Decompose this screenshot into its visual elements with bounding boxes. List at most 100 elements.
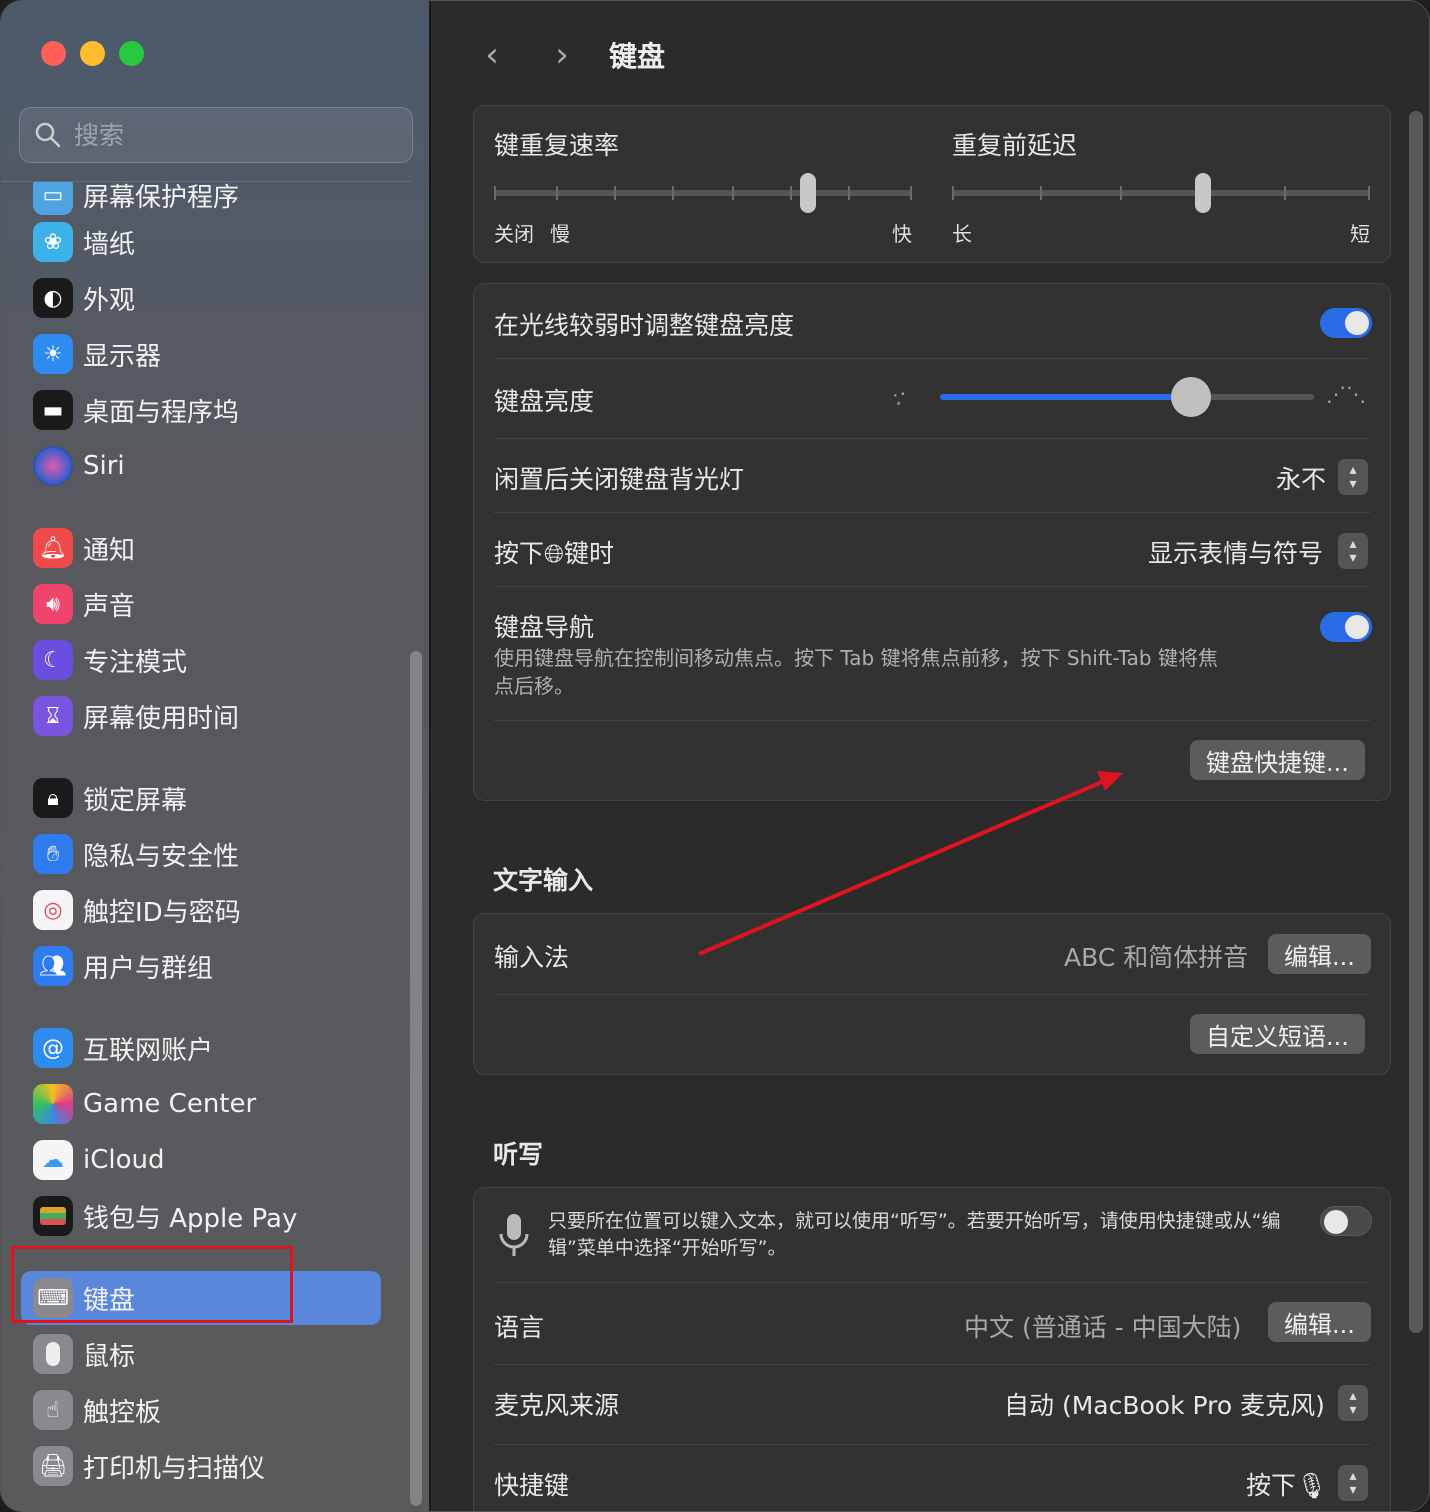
sidebar-item-siri[interactable]: Siri [21,439,381,493]
input-sources-label: 输入法 [494,943,570,972]
mic-key-icon: 🎙︎ [1296,1471,1328,1500]
sidebar-item-appearance[interactable]: ◐ 外观 [21,271,381,325]
sidebar-item-wallpaper[interactable]: ❀ 墙纸 [21,215,381,269]
sidebar-item-sound[interactable]: 🔊︎ 声音 [21,577,381,631]
input-sources-edit-button[interactable]: 编辑... [1268,934,1371,974]
dictation-card: 只要所在位置可以键入文本，就可以使用“听写”。若要开始听写，请使用快捷键或从“编… [473,1187,1391,1511]
dictation-heading: 听写 [493,1140,544,1169]
rate-slow-label: 慢 [550,222,570,246]
text-replacements-button[interactable]: 自定义短语... [1190,1014,1365,1054]
delay-until-repeat-label: 重复前延迟 [952,131,1078,160]
idle-popup-chevron-icon[interactable]: ▴ ▾ [1338,459,1368,495]
sidebar-item-lock-screen[interactable]: 🔒︎ 锁定屏幕 [21,771,381,825]
screensaver-icon: ▭ [33,182,73,215]
sidebar-item-label: 打印机与扫描仪 [83,1453,266,1484]
sidebar-item-internet-accounts[interactable]: @ 互联网账户 [21,1021,381,1075]
sidebar-item-desktop-dock[interactable]: ▬ 桌面与程序坞 [21,383,381,437]
back-button[interactable]: ‹ [477,35,507,75]
key-repeat-knob[interactable] [799,173,816,213]
globe-popup-chevron-icon[interactable]: ▴ ▾ [1338,533,1368,569]
sidebar-item-printers[interactable]: 🖨︎ 打印机与扫描仪 [21,1439,381,1493]
mouse-icon [33,1334,73,1374]
minimize-button[interactable] [80,41,105,66]
keyboard-shortcuts-button[interactable]: 键盘快捷键... [1190,740,1365,780]
window-controls [41,41,144,66]
brightness-knob[interactable] [1170,377,1211,417]
shortcut-popup-chevron-icon[interactable]: ▴ ▾ [1338,1465,1368,1501]
lock-icon: 🔒︎ [33,778,73,818]
dictation-desc: 只要所在位置可以键入文本，就可以使用“听写”。若要开始听写，请使用快捷键或从“编… [548,1210,1281,1259]
rate-off-label: 关闭 [494,222,534,246]
key-repeat-rate-label: 键重复速率 [494,131,620,160]
sidebar-item-notifications[interactable]: 🔔︎ 通知 [21,521,381,575]
annotation-highlight-box [11,1246,293,1323]
globe-icon: 🌐︎ [544,539,565,568]
sidebar-item-label: 通知 [83,535,136,566]
microphone-source-value[interactable]: 自动 (MacBook Pro 麦克风) [1004,1386,1325,1422]
sidebar-item-displays[interactable]: ☀ 显示器 [21,327,381,381]
search-field[interactable] [19,107,413,163]
sidebar-item-touch-id[interactable]: ◎ 触控ID与密码 [21,883,381,937]
microphone-source-label: 麦克风来源 [494,1391,620,1420]
microphone-icon [498,1212,530,1260]
keyboard-navigation-label: 键盘导航 [494,613,595,642]
close-button[interactable] [41,41,66,66]
sidebar-item-privacy[interactable]: ✋︎ 隐私与安全性 [21,827,381,881]
sidebar-item-label: 专注模式 [83,647,188,678]
hand-icon: ✋︎ [33,834,73,874]
wallet-icon [33,1196,73,1236]
sidebar-item-label: 锁定屏幕 [83,785,188,816]
text-input-card: 输入法 ABC 和简体拼音 编辑... 自定义短语... [473,913,1391,1075]
hourglass-icon: ⌛︎ [33,696,73,736]
sidebar-item-focus[interactable]: ☾ 专注模式 [21,633,381,687]
mic-popup-chevron-icon[interactable]: ▴ ▾ [1338,1385,1368,1421]
brightness-high-icon: ⋰⋱ [1326,382,1366,406]
dictation-language-edit-button[interactable]: 编辑... [1268,1302,1371,1342]
sidebar-item-trackpad[interactable]: ☝︎ 触控板 [21,1383,381,1437]
zoom-button[interactable] [119,41,144,66]
speaker-icon: 🔊︎ [33,584,73,624]
globe-key-label: 按下🌐︎键时 [494,539,615,568]
main-pane: ‹ › 键盘 键重复速率 重复前延迟 关闭 慢 快 长 短 在光线较弱时调整键盘… [433,1,1429,1511]
search-icon [35,122,61,148]
delay-knob[interactable] [1194,173,1211,213]
sidebar-item-label: 屏幕使用时间 [83,703,240,734]
nav-buttons: ‹ › [477,35,577,75]
auto-brightness-label: 在光线较弱时调整键盘亮度 [494,311,795,340]
sidebar-item-label: Siri [83,451,125,481]
displays-icon: ☀ [33,334,73,374]
cloud-icon: ☁ [33,1140,73,1180]
sidebar-item-label: Game Center [83,1089,257,1119]
sidebar-item-label: 互联网账户 [83,1035,214,1066]
keyboard-navigation-toggle[interactable] [1320,612,1372,642]
search-input[interactable] [74,120,374,150]
sidebar-item-mouse[interactable]: 鼠标 [21,1327,381,1381]
page-title: 键盘 [609,40,666,73]
dictation-shortcut-value[interactable]: 按下🎙︎ [1246,1466,1328,1502]
main-scrollbar[interactable] [1409,111,1423,1333]
sidebar-item-users[interactable]: 👥︎ 用户与群组 [21,939,381,993]
sidebar-scrollbar[interactable] [410,651,422,1506]
dock-icon: ▬ [33,390,73,430]
backlight-idle-value[interactable]: 永不 [1276,460,1326,496]
sidebar-item-label: 桌面与程序坞 [83,397,240,428]
sidebar-item-screen-time[interactable]: ⌛︎ 屏幕使用时间 [21,689,381,743]
dictation-language-label: 语言 [494,1313,545,1342]
sidebar-item-label: 隐私与安全性 [83,841,240,872]
keyboard-navigation-desc: 使用键盘导航在控制间移动焦点。按下 Tab 键将焦点前移，按下 Shift-Ta… [494,646,1218,698]
wallpaper-icon: ❀ [33,222,73,262]
users-icon: 👥︎ [33,946,73,986]
sidebar-item-label: 触控ID与密码 [83,897,241,928]
forward-button[interactable]: › [547,35,577,75]
sidebar-item-icloud[interactable]: ☁ iCloud [21,1133,381,1187]
sidebar-item-label: 显示器 [83,341,162,372]
text-input-heading: 文字输入 [493,866,594,895]
sidebar-item-wallet[interactable]: 钱包与 Apple Pay [21,1189,381,1243]
auto-brightness-toggle[interactable] [1320,308,1372,338]
globe-key-value[interactable]: 显示表情与符号 [1148,534,1323,570]
keyboard-settings-card: 在光线较弱时调整键盘亮度 键盘亮度 ·͙· ⋰⋱ 闲置后关闭键盘背光灯 永不 ▴… [473,283,1391,801]
sidebar-item-game-center[interactable]: Game Center [21,1077,381,1131]
dictation-toggle[interactable] [1320,1206,1372,1236]
bell-icon: 🔔︎ [33,528,73,568]
dictation-shortcut-label: 快捷键 [494,1471,570,1500]
